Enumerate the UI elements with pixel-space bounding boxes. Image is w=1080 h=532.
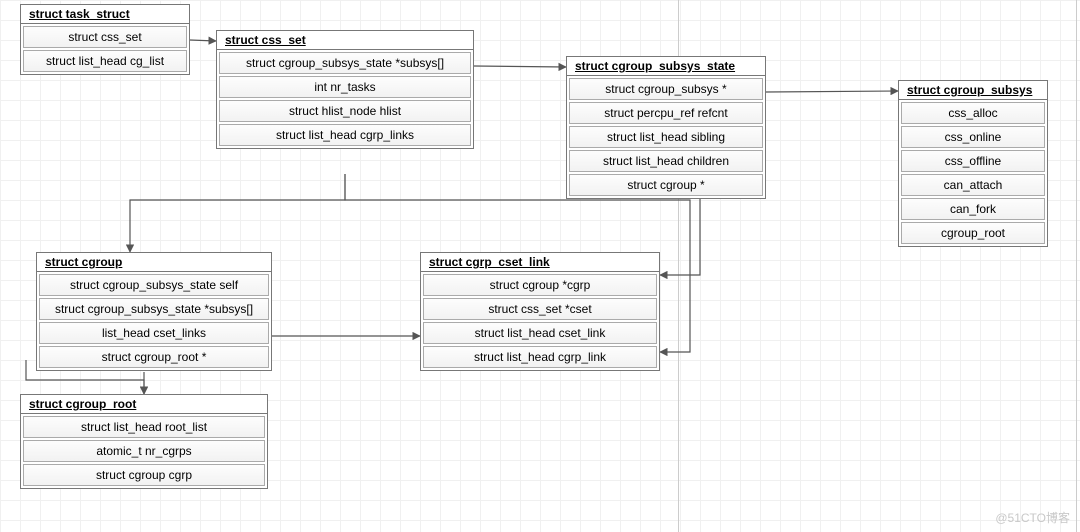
table-row: struct list_head cgrp_links — [219, 124, 471, 146]
table-cgrp_cset_link: struct cgrp_cset_linkstruct cgroup *cgrp… — [420, 252, 660, 371]
table-row: css_offline — [901, 150, 1045, 172]
table-row: can_attach — [901, 174, 1045, 196]
table-row: struct cgroup_subsys_state self — [39, 274, 269, 296]
table-row: struct list_head cgrp_link — [423, 346, 657, 368]
table-row: struct list_head cset_link — [423, 322, 657, 344]
table-row: struct css_set *cset — [423, 298, 657, 320]
table-row: struct cgroup_subsys_state *subsys[] — [39, 298, 269, 320]
table-row: css_online — [901, 126, 1045, 148]
table-cgroup_subsys: struct cgroup_subsyscss_alloccss_onlinec… — [898, 80, 1048, 247]
table-row: struct list_head root_list — [23, 416, 265, 438]
table-row: struct cgroup cgrp — [23, 464, 265, 486]
table-row: css_alloc — [901, 102, 1045, 124]
table-row: struct list_head children — [569, 150, 763, 172]
table-header: struct cgrp_cset_link — [421, 253, 659, 272]
table-row: can_fork — [901, 198, 1045, 220]
table-row: struct cgroup_subsys_state *subsys[] — [219, 52, 471, 74]
table-row: struct hlist_node hlist — [219, 100, 471, 122]
table-row: struct percpu_ref refcnt — [569, 102, 763, 124]
table-row: list_head cset_links — [39, 322, 269, 344]
table-cgroup_root: struct cgroup_rootstruct list_head root_… — [20, 394, 268, 489]
table-row: struct cgroup * — [569, 174, 763, 196]
table-task_struct: struct task_structstruct css_setstruct l… — [20, 4, 190, 75]
table-row: cgroup_root — [901, 222, 1045, 244]
table-header: struct cgroup_subsys_state — [567, 57, 765, 76]
table-css_set: struct css_setstruct cgroup_subsys_state… — [216, 30, 474, 149]
table-row: struct cgroup_root * — [39, 346, 269, 368]
table-header: struct task_struct — [21, 5, 189, 24]
vertical-divider-2 — [1076, 0, 1077, 532]
table-row: struct cgroup_subsys * — [569, 78, 763, 100]
watermark: @51CTO博客 — [995, 509, 1070, 526]
table-row: struct list_head sibling — [569, 126, 763, 148]
table-header: struct cgroup_subsys — [899, 81, 1047, 100]
table-row: atomic_t nr_cgrps — [23, 440, 265, 462]
table-row: struct css_set — [23, 26, 187, 48]
table-cgroup: struct cgroup struct cgroup_subsys_state … — [36, 252, 272, 371]
table-cgroup_subsys_state: struct cgroup_subsys_statestruct cgroup_… — [566, 56, 766, 199]
table-header: struct css_set — [217, 31, 473, 50]
table-header: struct cgroup — [37, 253, 271, 272]
table-row: int nr_tasks — [219, 76, 471, 98]
table-row: struct list_head cg_list — [23, 50, 187, 72]
table-row: struct cgroup *cgrp — [423, 274, 657, 296]
table-header: struct cgroup_root — [21, 395, 267, 414]
